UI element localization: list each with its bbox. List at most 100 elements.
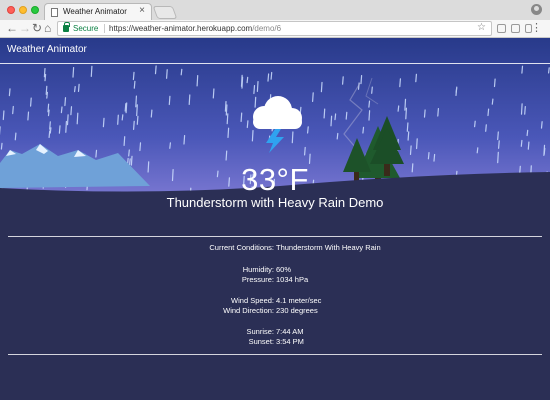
cast-icon[interactable] <box>511 24 520 33</box>
weather-summary: Thunderstorm with Heavy Rain Demo <box>166 195 384 210</box>
condition-value: Thunderstorm With Heavy Rain <box>276 243 381 252</box>
raindrop <box>124 103 127 112</box>
raindrop <box>226 113 229 125</box>
raindrop <box>521 65 524 74</box>
raindrop <box>423 109 426 118</box>
raindrop <box>547 67 550 74</box>
raindrop <box>360 74 363 85</box>
close-icon[interactable]: × <box>139 5 145 16</box>
raindrop <box>46 91 49 99</box>
reload-icon[interactable]: ↻ <box>32 22 42 35</box>
minimize-window-button[interactable] <box>19 6 27 14</box>
raindrop <box>267 73 270 82</box>
sunrise-row: Sunrise: 7:44 AM <box>0 327 550 337</box>
sunset-label: Sunset: <box>248 337 274 346</box>
raindrop <box>455 87 458 97</box>
browser-toolbar: ← → ↻ ⌂ Secure https://weather-animator.… <box>0 20 550 38</box>
app-title[interactable]: Weather Animator <box>7 44 87 55</box>
new-tab-button[interactable] <box>152 6 178 19</box>
forward-arrow-icon[interactable]: → <box>19 22 31 35</box>
raindrop <box>476 147 479 154</box>
secure-label: Secure <box>73 24 99 33</box>
raindrop <box>520 139 523 147</box>
weather-page: Weather Animator 33°F Thunderstorm with … <box>0 38 550 400</box>
raindrop <box>246 76 249 84</box>
raindrop <box>240 74 243 87</box>
profile-icon[interactable] <box>531 4 542 15</box>
menu-icon[interactable]: ⋮ <box>531 21 542 35</box>
browser-tab[interactable]: Weather Animator × <box>44 3 152 20</box>
raindrop <box>168 95 171 106</box>
raindrop <box>407 131 410 141</box>
raindrop <box>526 129 529 137</box>
raindrop <box>77 83 80 93</box>
raindrop <box>498 140 500 149</box>
raindrop <box>2 110 5 121</box>
extension-icon[interactable] <box>497 24 506 33</box>
raindrop <box>27 111 30 121</box>
raindrop <box>312 92 314 103</box>
raindrop <box>330 115 333 127</box>
raindrop <box>368 110 371 121</box>
thunderstorm-cloud-icon <box>253 96 302 153</box>
sunset-value: 3:54 PM <box>276 337 304 346</box>
home-icon[interactable]: ⌂ <box>44 22 51 35</box>
raindrop <box>227 127 230 139</box>
close-window-button[interactable] <box>7 6 15 14</box>
raindrop <box>474 120 476 128</box>
raindrop <box>132 71 135 81</box>
raindrop <box>543 147 546 155</box>
bookmark-star-icon[interactable]: ☆ <box>477 22 486 33</box>
conditions-row: Current Conditions: Thunderstorm With He… <box>0 243 550 253</box>
raindrop <box>270 71 273 80</box>
raindrop <box>139 142 142 152</box>
raindrop <box>371 86 373 94</box>
raindrop <box>404 98 407 111</box>
wind-direction-label: Wind Direction: <box>223 306 274 315</box>
raindrop <box>524 105 526 115</box>
raindrop <box>121 114 124 121</box>
raindrop <box>49 121 51 130</box>
raindrop <box>334 113 337 121</box>
back-arrow-icon[interactable]: ← <box>6 22 18 35</box>
raindrop <box>183 134 186 145</box>
raindrop <box>416 138 418 150</box>
raindrop <box>180 68 183 76</box>
raindrop <box>362 126 365 134</box>
wind-speed-row: Wind Speed: 4.1 meter/sec <box>0 296 550 306</box>
raindrop <box>212 88 215 99</box>
sunset-row: Sunset: 3:54 PM <box>0 337 550 347</box>
raindrop <box>95 149 98 158</box>
raindrop <box>123 136 126 147</box>
address-bar[interactable]: Secure https://weather-animator.herokuap… <box>57 21 492 36</box>
raindrop <box>30 97 32 107</box>
raindrop <box>225 104 228 116</box>
raindrop <box>437 107 439 117</box>
raindrop <box>196 74 199 87</box>
raindrop <box>133 120 135 131</box>
raindrop <box>406 122 409 132</box>
raindrop <box>397 105 400 112</box>
raindrop <box>49 127 52 134</box>
raindrop <box>0 142 3 150</box>
divider-top <box>8 236 542 237</box>
raindrop <box>65 120 68 133</box>
raindrop <box>224 100 227 112</box>
raindrop <box>76 112 79 125</box>
temperature: 33°F <box>241 162 309 197</box>
pressure-value: 1034 hPa <box>276 275 309 284</box>
raindrop <box>520 103 523 115</box>
raindrop <box>150 109 153 118</box>
url-host: https://weather-animator.herokuapp.com <box>109 24 253 33</box>
raindrop <box>64 97 67 107</box>
raindrop <box>415 73 417 83</box>
raindrop <box>336 132 339 140</box>
raindrop <box>8 88 11 97</box>
zoom-window-button[interactable] <box>31 6 39 14</box>
raindrop <box>240 112 243 123</box>
wind-speed-label: Wind Speed: <box>231 296 274 305</box>
raindrop <box>60 106 63 114</box>
raindrop <box>70 106 73 116</box>
url-divider <box>104 24 105 33</box>
lock-icon <box>63 22 70 32</box>
